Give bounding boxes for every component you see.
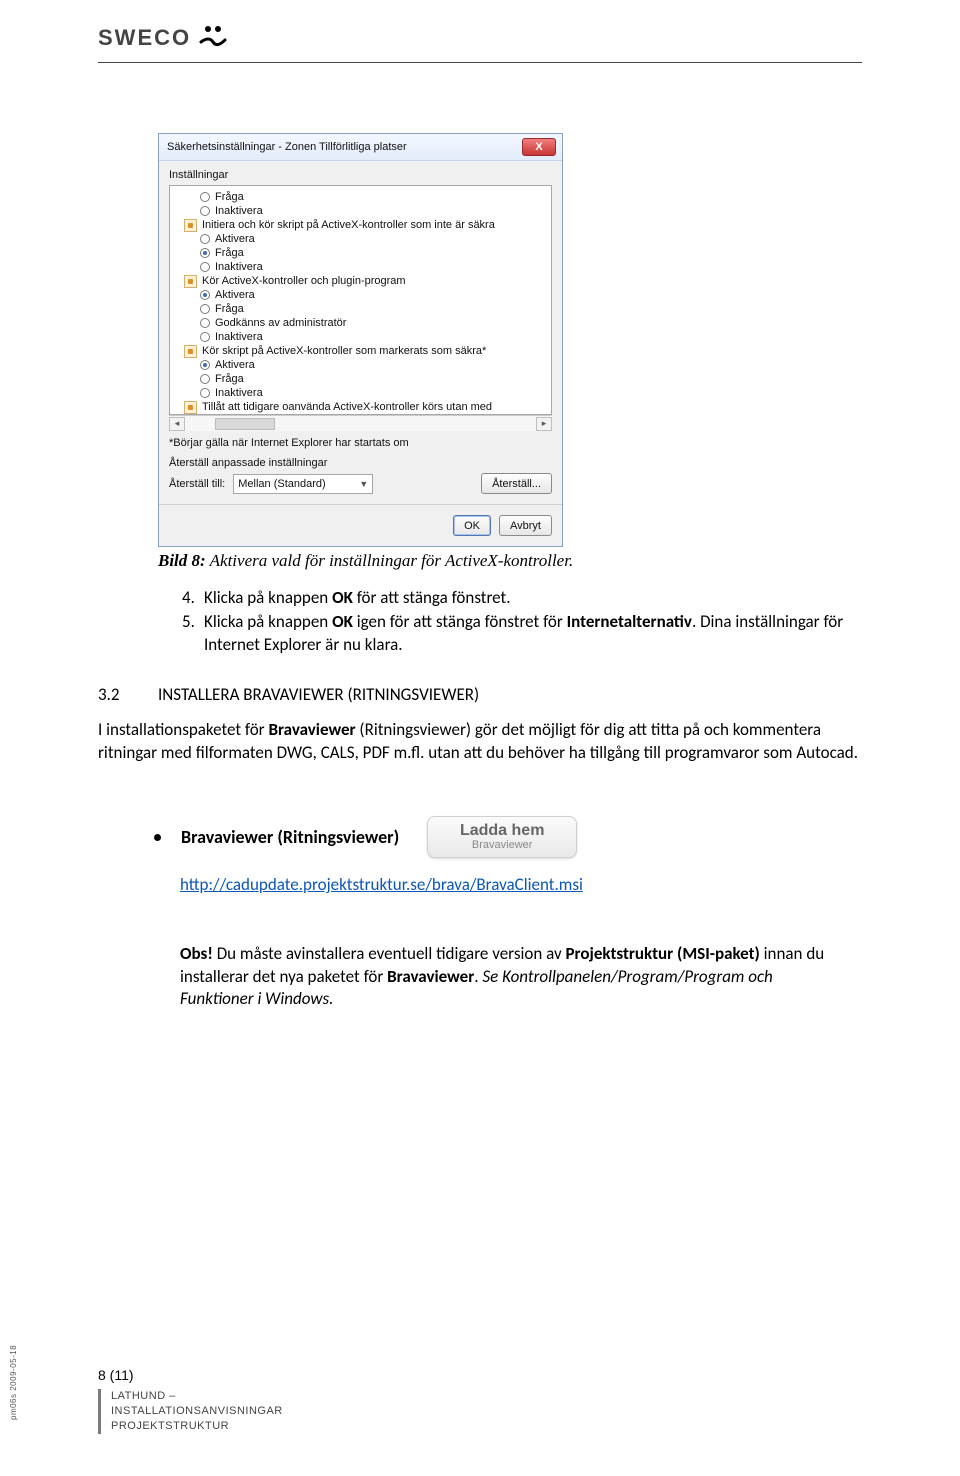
section-icon <box>184 219 197 232</box>
section-icon <box>184 345 197 358</box>
option-label: Aktivera <box>215 233 255 245</box>
radio-icon[interactable] <box>200 360 210 370</box>
radio-icon[interactable] <box>200 388 210 398</box>
logo: SWECO <box>98 22 229 54</box>
reset-group-label: Återställ anpassade inställningar <box>169 457 552 469</box>
settings-option[interactable]: Aktivera <box>170 358 551 372</box>
bullet-icon <box>154 834 161 841</box>
settings-option[interactable]: Aktivera <box>170 288 551 302</box>
scroll-thumb[interactable] <box>215 418 275 430</box>
download-button[interactable]: Ladda hem Bravaviewer <box>427 816 577 858</box>
option-label: Initiera och kör skript på ActiveX-kontr… <box>202 219 495 231</box>
settings-option[interactable]: Fråga <box>170 190 551 204</box>
obs-paragraph: Obs! Du måste avinstallera eventuell tid… <box>180 943 840 1010</box>
settings-option[interactable]: Fråga <box>170 372 551 386</box>
page-number: 8 (11) <box>98 1367 283 1383</box>
figure-caption: Bild 8: Aktivera vald för inställningar … <box>158 551 862 571</box>
bullet-text: Bravaviewer (Ritningsviewer) <box>181 826 399 848</box>
section-heading: 3.2 INSTALLERA BRAVAVIEWER (RITNINGSVIEW… <box>98 684 862 705</box>
list-item: 4. Klicka på knappen OK för att stänga f… <box>182 587 862 609</box>
download-link[interactable]: http://cadupdate.projektstruktur.se/brav… <box>180 874 862 895</box>
page-footer: 8 (11) LATHUND – INSTALLATIONSANVISNINGA… <box>98 1367 283 1434</box>
page-header: SWECO <box>0 0 960 54</box>
radio-icon[interactable] <box>200 234 210 244</box>
option-label: Kör ActiveX-kontroller och plugin-progra… <box>202 275 406 287</box>
option-label: Inaktivera <box>215 387 263 399</box>
side-stamp: pm06s 2009-05-18 <box>9 1345 18 1420</box>
option-label: Kör skript på ActiveX-kontroller som mar… <box>202 345 486 357</box>
radio-icon[interactable] <box>200 206 210 216</box>
reset-button[interactable]: Återställ... <box>481 473 552 494</box>
logo-icon <box>197 22 229 54</box>
restart-note: *Börjar gälla när Internet Explorer har … <box>169 437 552 449</box>
logo-text: SWECO <box>98 25 191 51</box>
dialog-screenshot: Säkerhetsinställningar - Zonen Tillförli… <box>158 133 563 547</box>
settings-option[interactable]: Inaktivera <box>170 204 551 218</box>
settings-section: Kör skript på ActiveX-kontroller som mar… <box>170 344 551 358</box>
option-label: Aktivera <box>215 359 255 371</box>
settings-section: Kör ActiveX-kontroller och plugin-progra… <box>170 274 551 288</box>
ok-button[interactable]: OK <box>453 515 491 536</box>
option-label: Godkänns av administratör <box>215 317 346 329</box>
option-label: Fråga <box>215 373 244 385</box>
option-label: Fråga <box>215 191 244 203</box>
settings-option[interactable]: Aktivera <box>170 232 551 246</box>
radio-icon[interactable] <box>200 318 210 328</box>
radio-icon[interactable] <box>200 248 210 258</box>
list-item: 5. Klicka på knappen OK igen för att stä… <box>182 611 862 656</box>
option-label: Fråga <box>215 247 244 259</box>
option-label: Inaktivera <box>215 331 263 343</box>
settings-list[interactable]: Fråga Inaktivera Initiera och kör skript p… <box>169 185 552 415</box>
reset-to-label: Återställ till: <box>169 478 225 490</box>
footer-lines: LATHUND – INSTALLATIONSANVISNINGAR PROJE… <box>111 1389 283 1434</box>
section-paragraph: I installationspaketet för Bravaviewer (… <box>98 719 862 764</box>
settings-option[interactable]: Inaktivera <box>170 260 551 274</box>
reset-level-select[interactable]: Mellan (Standard) ▼ <box>233 474 373 494</box>
scroll-left-icon[interactable]: ◂ <box>169 417 185 431</box>
option-label: Fråga <box>215 303 244 315</box>
reset-level-value: Mellan (Standard) <box>238 478 325 490</box>
radio-icon[interactable] <box>200 332 210 342</box>
option-label: Inaktivera <box>215 261 263 273</box>
bullet-row: Bravaviewer (Ritningsviewer) Ladda hem B… <box>154 816 862 858</box>
radio-icon[interactable] <box>200 290 210 300</box>
settings-option[interactable]: Inaktivera <box>170 386 551 400</box>
settings-option[interactable]: Godkänns av administratör <box>170 316 551 330</box>
settings-option[interactable]: Fråga <box>170 302 551 316</box>
section-icon <box>184 275 197 288</box>
settings-option[interactable]: Fråga <box>170 246 551 260</box>
radio-icon[interactable] <box>200 304 210 314</box>
settings-section: Tillåt att tidigare oanvända ActiveX-kon… <box>170 400 551 414</box>
option-label: Tillåt att tidigare oanvända ActiveX-kon… <box>202 401 492 413</box>
section-icon <box>184 401 197 414</box>
download-title: Ladda hem <box>460 823 544 839</box>
dialog-titlebar: Säkerhetsinställningar - Zonen Tillförli… <box>159 134 562 161</box>
download-subtitle: Bravaviewer <box>472 839 533 851</box>
scroll-right-icon[interactable]: ▸ <box>536 417 552 431</box>
settings-section: Initiera och kör skript på ActiveX-kontr… <box>170 218 551 232</box>
dialog-title-text: Säkerhetsinställningar - Zonen Tillförli… <box>167 141 407 153</box>
radio-icon[interactable] <box>200 262 210 272</box>
option-label: Aktivera <box>215 289 255 301</box>
step-list: 4. Klicka på knappen OK för att stänga f… <box>182 587 862 656</box>
horizontal-scrollbar[interactable]: ◂ ▸ <box>169 415 552 431</box>
chevron-down-icon: ▼ <box>359 479 368 489</box>
header-rule <box>98 62 862 63</box>
radio-icon[interactable] <box>200 192 210 202</box>
settings-group-label: Inställningar <box>169 169 552 181</box>
settings-option[interactable]: Inaktivera <box>170 330 551 344</box>
footer-bar <box>98 1389 101 1434</box>
option-label: Inaktivera <box>215 205 263 217</box>
close-icon[interactable]: X <box>522 138 556 156</box>
cancel-button[interactable]: Avbryt <box>499 515 552 536</box>
radio-icon[interactable] <box>200 374 210 384</box>
